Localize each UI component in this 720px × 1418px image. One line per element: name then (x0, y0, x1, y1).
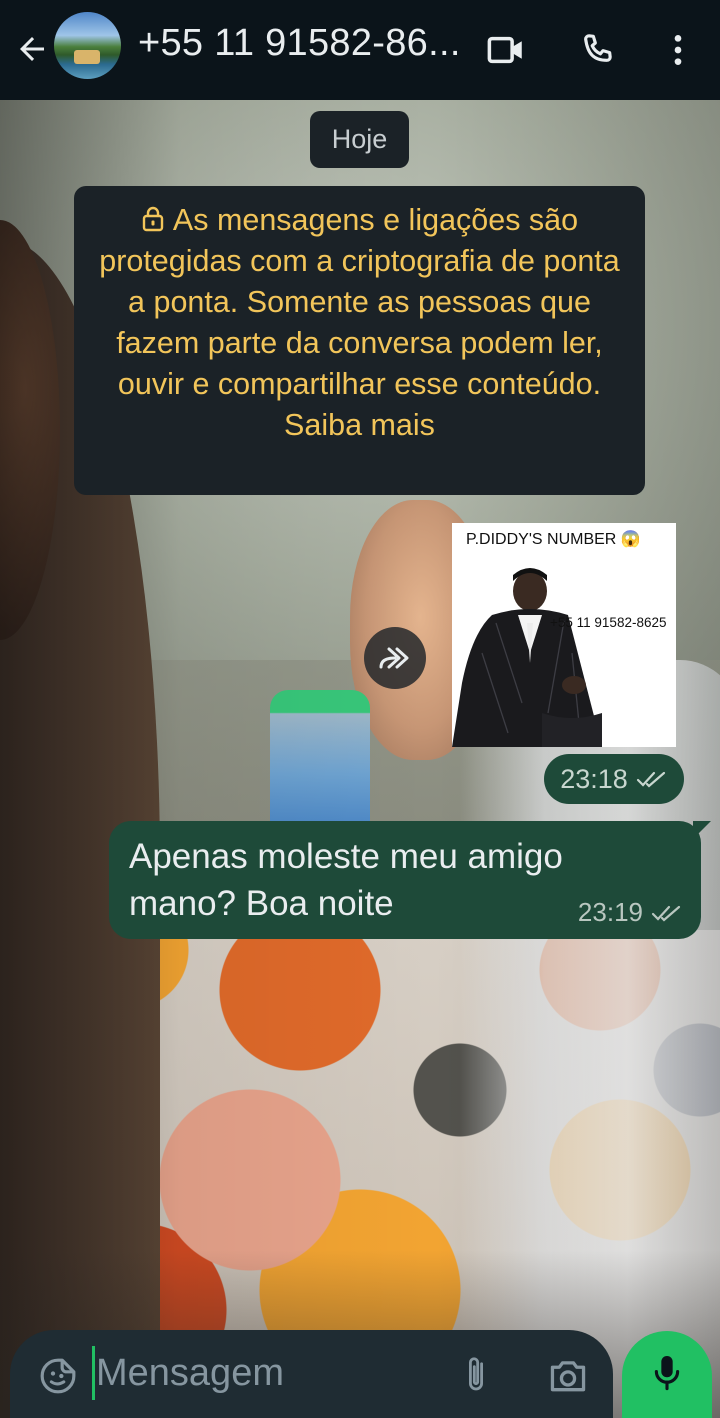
sticker-button[interactable] (36, 1354, 80, 1398)
camera-icon (550, 1361, 586, 1392)
avatar-detail (74, 50, 100, 64)
encryption-notice[interactable]: As mensagens e ligações são protegidas c… (74, 186, 645, 495)
chat-header: +55 11 91582-86... (0, 0, 720, 100)
text-cursor (92, 1346, 95, 1400)
image-caption: P.DIDDY'S NUMBER 😱 (466, 531, 641, 548)
voice-call-button[interactable] (572, 24, 624, 76)
double-check-icon (651, 905, 681, 922)
message-time: 23:18 (560, 763, 628, 794)
bubble-tail (693, 821, 711, 839)
image-message[interactable]: P.DIDDY'S NUMBER 😱 +55 11 91582-8625 (452, 523, 676, 747)
image-number-text: +55 11 91582-8625 (550, 615, 667, 630)
image-person-figure (452, 568, 602, 747)
lock-icon (142, 206, 164, 232)
back-button[interactable] (10, 27, 54, 71)
sticker-icon (40, 1358, 76, 1394)
camera-button[interactable] (542, 1350, 594, 1400)
contact-avatar[interactable] (54, 12, 121, 79)
back-arrow-icon (20, 37, 44, 61)
video-call-icon (487, 36, 522, 64)
voice-call-icon (584, 34, 612, 62)
message-time: 23:19 (577, 897, 643, 927)
encryption-notice-text: As mensagens e ligações são protegidas c… (99, 203, 620, 442)
attach-icon (469, 1357, 483, 1391)
message-input[interactable] (96, 1343, 436, 1403)
forward-button[interactable] (364, 627, 426, 689)
forward-icon (379, 647, 409, 669)
text-message-meta: 23:19 (578, 897, 683, 928)
message-text: Apenas moleste meu amigo mano? Boa noite (129, 837, 563, 923)
double-check-icon (636, 771, 665, 788)
microphone-button[interactable] (622, 1331, 712, 1418)
microphone-icon (654, 1355, 680, 1390)
more-options-icon (674, 35, 682, 65)
attach-button[interactable] (452, 1350, 500, 1400)
image-message-meta: 23:18 (544, 754, 684, 804)
outgoing-text-message[interactable]: Apenas moleste meu amigo mano? Boa noite… (109, 821, 711, 939)
date-separator: Hoje (310, 111, 409, 168)
video-call-button[interactable] (480, 24, 532, 76)
contact-name[interactable]: +55 11 91582-86... (138, 22, 468, 65)
more-options-button[interactable] (652, 24, 704, 76)
